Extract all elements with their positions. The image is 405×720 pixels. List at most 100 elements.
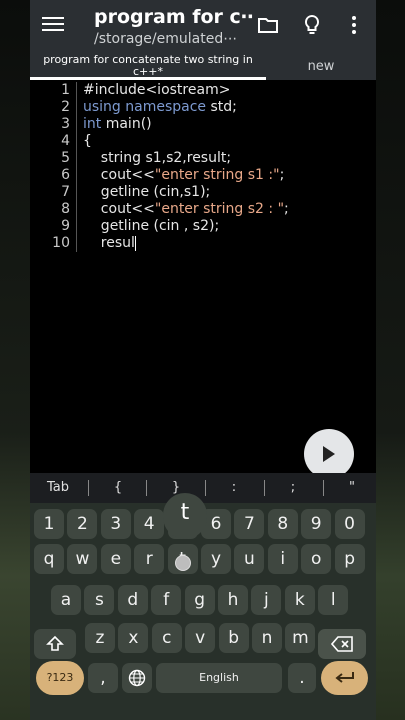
code-text: getline (cin,s1); [83,184,210,201]
letter-key[interactable]: b [218,623,249,653]
shift-key[interactable] [34,629,76,659]
letter-key[interactable]: s [84,585,115,615]
line-number: 9 [61,218,70,234]
keyword-token: using namespace [83,99,207,115]
code-text: { [83,133,92,150]
symbol-open-brace[interactable]: { [100,473,136,503]
symbol-separator [205,480,206,496]
symbol-colon[interactable]: : [216,473,252,503]
run-button[interactable] [304,429,354,479]
number-key[interactable]: 7 [234,509,265,539]
letter-key[interactable]: m [285,623,316,653]
play-icon [323,446,335,462]
code-line: 3 int main() [30,116,376,133]
text-cursor [134,235,136,251]
letter-key[interactable]: r [134,544,165,574]
comma-key[interactable]: , [88,663,118,693]
letter-key[interactable]: d [117,585,148,615]
letter-key[interactable]: o [301,544,332,574]
code-text: getline (cin , s2); [83,218,219,235]
tab-current-file-label: program for concatenate two string in c+… [43,53,253,78]
enter-icon [334,672,354,683]
code-text: string s1,s2,result; [83,150,231,167]
number-key[interactable]: 8 [267,509,298,539]
letter-key[interactable]: l [318,585,349,615]
number-key[interactable]: 9 [301,509,332,539]
letter-key[interactable]: f [151,585,182,615]
space-key[interactable]: English [156,663,282,693]
string-token: "enter string s1 :" [154,167,280,183]
globe-icon [128,669,146,687]
background-left [0,0,30,720]
menu-icon[interactable] [42,14,64,34]
symbol-separator [323,480,324,496]
code-line: 2 using namespace std; [30,99,376,116]
code-token: { [83,133,92,149]
period-key[interactable]: . [288,663,316,693]
code-text: using namespace std; [83,99,237,116]
symbol-bar: Tab { } : ; " [30,473,376,503]
code-editor-app: program for c⋯ /storage/emulated⋯ progra… [30,0,376,720]
number-key[interactable]: 2 [67,509,98,539]
code-text: #include<iostream> [83,82,230,99]
touch-indicator [175,555,191,571]
letter-key[interactable]: p [334,544,365,574]
number-key[interactable]: 0 [334,509,365,539]
folder-icon[interactable] [256,13,280,37]
code-area[interactable]: 1 #include<iostream> 2 using namespace std;… [30,82,376,252]
letter-key[interactable]: j [251,585,282,615]
code-line: 9 getline (cin , s2); [30,218,376,235]
shift-icon [46,635,64,651]
number-key[interactable]: 4 [134,509,165,539]
letter-key[interactable]: h [218,585,248,615]
code-line: 6 cout<<"enter string s1 :"; [30,167,376,184]
line-number: 1 [61,82,70,98]
letter-key[interactable]: y [201,544,231,574]
letter-key[interactable]: a [51,585,81,615]
symbols-key[interactable]: ?123 [36,661,84,695]
enter-key[interactable] [321,661,368,695]
letter-key[interactable]: w [67,544,98,574]
line-number: 5 [61,150,70,166]
more-vert-icon[interactable] [342,13,366,37]
symbol-separator [88,480,89,496]
line-number: 7 [61,184,70,200]
number-key[interactable]: 3 [100,509,131,539]
symbol-separator [146,480,147,496]
code-token: #include<iostream> [83,82,231,98]
letter-key[interactable]: i [267,544,298,574]
tab-new[interactable]: new [266,50,376,80]
line-number: 8 [61,201,70,217]
backspace-key[interactable] [318,629,366,659]
key-preview-popup: t [163,493,207,539]
letter-key[interactable]: v [185,623,216,653]
letter-key[interactable]: u [234,544,265,574]
tab-current-file[interactable]: program for concatenate two string in c+… [30,50,266,80]
code-token: std; [206,99,237,115]
tab-indicator [30,77,266,80]
line-number: 6 [61,167,70,183]
line-number: 10 [52,235,70,251]
code-text: resul [83,235,136,252]
letter-key[interactable]: g [184,585,215,615]
code-token: string s1,s2,result; [83,150,232,166]
code-token: getline (cin,s1); [83,184,211,200]
number-key[interactable]: 1 [34,509,64,539]
language-key[interactable] [122,663,152,693]
letter-key[interactable]: q [34,544,64,574]
code-token: getline (cin , s2); [83,218,220,234]
code-line: 1 #include<iostream> [30,82,376,99]
letter-key[interactable]: x [118,623,149,653]
letter-key[interactable]: k [284,585,315,615]
letter-key[interactable]: n [252,623,282,653]
lightbulb-icon[interactable] [300,13,324,37]
letter-key[interactable]: c [151,623,182,653]
symbol-tab[interactable]: Tab [36,473,80,503]
code-text: cout<<"enter string s1 :"; [83,167,285,184]
backspace-icon [330,636,353,652]
letter-key[interactable]: e [100,544,131,574]
keyword-token: int [83,116,102,132]
letter-key[interactable]: z [85,623,115,653]
symbol-quote[interactable]: " [334,473,370,503]
symbol-semicolon[interactable]: ; [275,473,311,503]
